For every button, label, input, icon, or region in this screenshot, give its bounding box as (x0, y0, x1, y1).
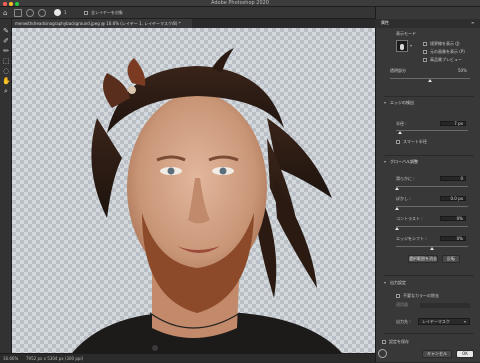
view-mode-label: 表示モード (396, 31, 416, 36)
lasso-tool-icon[interactable]: ◌ (2, 67, 10, 75)
remember-settings-checkbox[interactable] (382, 340, 386, 344)
show-edge-label: 境界線を表示 (J) (430, 41, 460, 46)
hand-tool-icon[interactable]: ✋ (2, 77, 11, 85)
divider (384, 96, 474, 97)
add-to-selection-icon[interactable] (26, 9, 34, 17)
hq-preview-checkbox[interactable] (423, 58, 427, 62)
global-collapse-icon[interactable]: ▾ (384, 159, 386, 165)
decontaminate-checkbox[interactable] (396, 294, 400, 298)
window-title: Adobe Photoshop 2020 (211, 0, 269, 6)
panel-menu-icon[interactable]: ≡ (471, 20, 474, 26)
smart-radius-checkbox[interactable] (396, 140, 400, 144)
brush-preset-icon[interactable] (14, 9, 22, 17)
contrast-value[interactable]: 0% (440, 216, 466, 221)
refine-edge-brush-icon[interactable]: ✐ (2, 37, 10, 45)
output-settings-header: 出力設定 (390, 280, 406, 285)
panel-header: 属性 ≡ (375, 19, 480, 28)
divider (384, 155, 474, 156)
contrast-slider-track[interactable] (396, 226, 468, 227)
image-canvas[interactable] (12, 28, 375, 353)
object-selection-icon[interactable]: ⬚ (2, 57, 10, 65)
cancel-button[interactable]: キャンセル (422, 350, 452, 358)
decontaminate-label: 不要なカラーの除去 (403, 293, 439, 298)
smooth-label: 滑らかに : (396, 176, 415, 181)
shift-edge-value[interactable]: 0% (440, 236, 466, 241)
radius-value[interactable]: 7 px (440, 121, 466, 126)
edge-detection-collapse-icon[interactable]: ▾ (384, 100, 386, 106)
show-original-checkbox[interactable] (423, 50, 427, 54)
contrast-slider-thumb[interactable] (395, 227, 399, 230)
remember-settings-label: 設定を保存 (389, 339, 409, 344)
smooth-value[interactable]: 0 (440, 176, 466, 181)
output-to-label: 出力先 : (396, 319, 411, 324)
transparency-value[interactable]: 50% (458, 68, 467, 74)
home-icon[interactable]: ⌂ (3, 7, 7, 19)
document-tab[interactable]: menwithdreadsinographybackground.jpeg @ … (12, 19, 192, 28)
amount-field[interactable] (420, 303, 470, 308)
show-original-label: 元の画像を表示 (P) (430, 49, 465, 54)
brush-tool-icon[interactable]: ✏ (2, 47, 10, 55)
smooth-slider-track[interactable] (396, 186, 468, 187)
sample-all-layers-checkbox[interactable] (84, 11, 88, 15)
amount-label: 適用量 (396, 302, 408, 307)
feather-label: ぼかし : (396, 196, 411, 201)
subtract-from-selection-icon[interactable] (38, 9, 46, 17)
radius-label: 半径 : (396, 121, 407, 126)
properties-panel (375, 7, 480, 362)
output-collapse-icon[interactable]: ▾ (384, 280, 386, 286)
divider (384, 333, 474, 334)
view-mode-thumbnail[interactable] (396, 40, 408, 52)
invert-button[interactable]: 反転 (442, 255, 460, 263)
sample-all-layers-label: 全レイヤーを対象 (91, 10, 123, 15)
output-to-value: レイヤーマスク (422, 319, 450, 324)
output-to-select[interactable]: レイヤーマスク ▾ (418, 318, 470, 325)
transparency-slider-thumb[interactable] (428, 79, 432, 82)
shift-edge-slider-thumb[interactable] (430, 247, 434, 250)
status-bar: 16.66% 7952 px x 5304 px (300 ppi) (0, 353, 375, 362)
contrast-label: コントラスト : (396, 216, 423, 221)
ok-button[interactable]: OK (456, 350, 474, 358)
toolbar: ✎ ✐ ✏ ⬚ ◌ ✋ ⌕ (0, 19, 12, 362)
brush-size-value[interactable]: 1 (64, 7, 67, 19)
clear-selection-button[interactable]: 選択範囲を消去 (408, 255, 438, 263)
divider (384, 275, 474, 276)
view-mode-dropdown-icon[interactable]: ▾ (410, 43, 412, 49)
shift-edge-label: エッジをシフト : (396, 236, 427, 241)
edge-detection-header: エッジの検出 (390, 100, 414, 105)
smart-radius-label: スマート半径 (403, 139, 427, 144)
title-bar: Adobe Photoshop 2020 (0, 0, 480, 7)
feather-slider-track[interactable] (396, 206, 468, 207)
transparency-label: 透明部分 (390, 68, 406, 73)
show-edge-checkbox[interactable] (423, 42, 427, 46)
reset-icon[interactable] (378, 349, 387, 358)
feather-slider-thumb[interactable] (395, 207, 399, 210)
zoom-tool-icon[interactable]: ⌕ (2, 87, 10, 95)
quick-selection-tool-icon[interactable]: ✎ (2, 27, 10, 35)
hq-preview-label: 高品質プレビュー (430, 57, 462, 62)
radius-slider-thumb[interactable] (398, 131, 402, 134)
global-adjustments-header: グローバル調整 (390, 159, 418, 164)
chevron-down-icon: ▾ (464, 319, 467, 324)
panel-title: 属性 (381, 20, 389, 25)
portrait-image (72, 48, 342, 353)
brush-tip-icon[interactable] (54, 9, 61, 16)
smooth-slider-thumb[interactable] (395, 187, 399, 190)
feather-value[interactable]: 0.0 px (440, 196, 466, 201)
radius-slider-track[interactable] (396, 130, 468, 131)
